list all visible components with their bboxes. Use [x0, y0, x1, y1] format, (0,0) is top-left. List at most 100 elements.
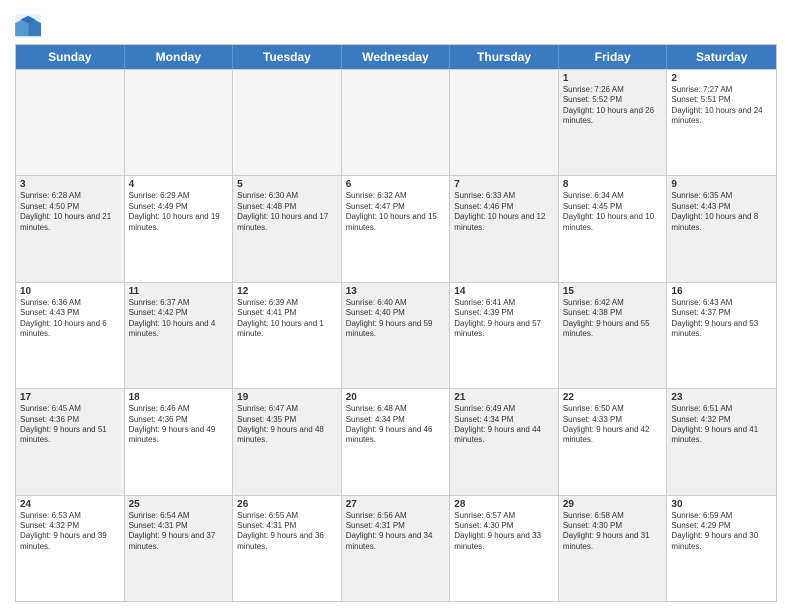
- day-number: 24: [20, 499, 120, 510]
- calendar-row-4: 24Sunrise: 6:53 AM Sunset: 4:32 PM Dayli…: [16, 495, 776, 601]
- day-info: Sunrise: 6:57 AM Sunset: 4:30 PM Dayligh…: [454, 511, 554, 553]
- day-info: Sunrise: 6:40 AM Sunset: 4:40 PM Dayligh…: [346, 298, 446, 340]
- day-of-week-tuesday: Tuesday: [233, 45, 342, 69]
- calendar-header: SundayMondayTuesdayWednesdayThursdayFrid…: [16, 45, 776, 69]
- cal-cell-2-2: 12Sunrise: 6:39 AM Sunset: 4:41 PM Dayli…: [233, 283, 342, 388]
- calendar: SundayMondayTuesdayWednesdayThursdayFrid…: [15, 44, 777, 602]
- calendar-row-2: 10Sunrise: 6:36 AM Sunset: 4:43 PM Dayli…: [16, 282, 776, 388]
- day-number: 12: [237, 286, 337, 297]
- day-info: Sunrise: 6:53 AM Sunset: 4:32 PM Dayligh…: [20, 511, 120, 553]
- day-number: 16: [671, 286, 772, 297]
- cal-cell-4-2: 26Sunrise: 6:55 AM Sunset: 4:31 PM Dayli…: [233, 496, 342, 601]
- cal-cell-3-5: 22Sunrise: 6:50 AM Sunset: 4:33 PM Dayli…: [559, 389, 668, 494]
- day-info: Sunrise: 6:54 AM Sunset: 4:31 PM Dayligh…: [129, 511, 229, 553]
- cal-cell-4-0: 24Sunrise: 6:53 AM Sunset: 4:32 PM Dayli…: [16, 496, 125, 601]
- day-info: Sunrise: 6:35 AM Sunset: 4:43 PM Dayligh…: [671, 191, 772, 233]
- day-number: 28: [454, 499, 554, 510]
- day-info: Sunrise: 6:56 AM Sunset: 4:31 PM Dayligh…: [346, 511, 446, 553]
- day-info: Sunrise: 6:33 AM Sunset: 4:46 PM Dayligh…: [454, 191, 554, 233]
- day-number: 5: [237, 179, 337, 190]
- cal-cell-0-6: 2Sunrise: 7:27 AM Sunset: 5:51 PM Daylig…: [667, 70, 776, 175]
- cal-cell-1-0: 3Sunrise: 6:28 AM Sunset: 4:50 PM Daylig…: [16, 176, 125, 281]
- day-number: 18: [129, 392, 229, 403]
- day-info: Sunrise: 6:34 AM Sunset: 4:45 PM Dayligh…: [563, 191, 663, 233]
- day-number: 11: [129, 286, 229, 297]
- cal-cell-3-2: 19Sunrise: 6:47 AM Sunset: 4:35 PM Dayli…: [233, 389, 342, 494]
- day-of-week-saturday: Saturday: [667, 45, 776, 69]
- day-info: Sunrise: 6:32 AM Sunset: 4:47 PM Dayligh…: [346, 191, 446, 233]
- day-info: Sunrise: 6:42 AM Sunset: 4:38 PM Dayligh…: [563, 298, 663, 340]
- cal-cell-2-4: 14Sunrise: 6:41 AM Sunset: 4:39 PM Dayli…: [450, 283, 559, 388]
- cal-cell-0-2: [233, 70, 342, 175]
- cal-cell-0-4: [450, 70, 559, 175]
- page: SundayMondayTuesdayWednesdayThursdayFrid…: [0, 0, 792, 612]
- day-of-week-friday: Friday: [559, 45, 668, 69]
- cal-cell-1-5: 8Sunrise: 6:34 AM Sunset: 4:45 PM Daylig…: [559, 176, 668, 281]
- cal-cell-2-3: 13Sunrise: 6:40 AM Sunset: 4:40 PM Dayli…: [342, 283, 451, 388]
- cal-cell-1-2: 5Sunrise: 6:30 AM Sunset: 4:48 PM Daylig…: [233, 176, 342, 281]
- day-info: Sunrise: 6:49 AM Sunset: 4:34 PM Dayligh…: [454, 404, 554, 446]
- calendar-row-0: 1Sunrise: 7:26 AM Sunset: 5:52 PM Daylig…: [16, 69, 776, 175]
- day-info: Sunrise: 6:45 AM Sunset: 4:36 PM Dayligh…: [20, 404, 120, 446]
- day-of-week-sunday: Sunday: [16, 45, 125, 69]
- cal-cell-3-1: 18Sunrise: 6:46 AM Sunset: 4:36 PM Dayli…: [125, 389, 234, 494]
- cal-cell-3-4: 21Sunrise: 6:49 AM Sunset: 4:34 PM Dayli…: [450, 389, 559, 494]
- calendar-row-3: 17Sunrise: 6:45 AM Sunset: 4:36 PM Dayli…: [16, 388, 776, 494]
- day-number: 23: [671, 392, 772, 403]
- day-info: Sunrise: 6:55 AM Sunset: 4:31 PM Dayligh…: [237, 511, 337, 553]
- day-number: 21: [454, 392, 554, 403]
- day-number: 17: [20, 392, 120, 403]
- calendar-row-1: 3Sunrise: 6:28 AM Sunset: 4:50 PM Daylig…: [16, 175, 776, 281]
- day-number: 6: [346, 179, 446, 190]
- day-number: 30: [671, 499, 772, 510]
- day-info: Sunrise: 7:27 AM Sunset: 5:51 PM Dayligh…: [671, 85, 772, 127]
- day-number: 25: [129, 499, 229, 510]
- day-info: Sunrise: 6:30 AM Sunset: 4:48 PM Dayligh…: [237, 191, 337, 233]
- day-info: Sunrise: 6:50 AM Sunset: 4:33 PM Dayligh…: [563, 404, 663, 446]
- cal-cell-4-5: 29Sunrise: 6:58 AM Sunset: 4:30 PM Dayli…: [559, 496, 668, 601]
- cal-cell-3-3: 20Sunrise: 6:48 AM Sunset: 4:34 PM Dayli…: [342, 389, 451, 494]
- header: [15, 10, 777, 38]
- cal-cell-0-3: [342, 70, 451, 175]
- cal-cell-2-1: 11Sunrise: 6:37 AM Sunset: 4:42 PM Dayli…: [125, 283, 234, 388]
- cal-cell-2-5: 15Sunrise: 6:42 AM Sunset: 4:38 PM Dayli…: [559, 283, 668, 388]
- cal-cell-2-6: 16Sunrise: 6:43 AM Sunset: 4:37 PM Dayli…: [667, 283, 776, 388]
- day-number: 3: [20, 179, 120, 190]
- cal-cell-4-3: 27Sunrise: 6:56 AM Sunset: 4:31 PM Dayli…: [342, 496, 451, 601]
- calendar-body: 1Sunrise: 7:26 AM Sunset: 5:52 PM Daylig…: [16, 69, 776, 601]
- day-info: Sunrise: 6:58 AM Sunset: 4:30 PM Dayligh…: [563, 511, 663, 553]
- logo: [15, 14, 47, 38]
- cal-cell-1-6: 9Sunrise: 6:35 AM Sunset: 4:43 PM Daylig…: [667, 176, 776, 281]
- day-number: 19: [237, 392, 337, 403]
- cal-cell-3-0: 17Sunrise: 6:45 AM Sunset: 4:36 PM Dayli…: [16, 389, 125, 494]
- day-number: 15: [563, 286, 663, 297]
- cal-cell-2-0: 10Sunrise: 6:36 AM Sunset: 4:43 PM Dayli…: [16, 283, 125, 388]
- day-number: 22: [563, 392, 663, 403]
- day-number: 9: [671, 179, 772, 190]
- day-of-week-thursday: Thursday: [450, 45, 559, 69]
- day-info: Sunrise: 7:26 AM Sunset: 5:52 PM Dayligh…: [563, 85, 663, 127]
- cal-cell-1-3: 6Sunrise: 6:32 AM Sunset: 4:47 PM Daylig…: [342, 176, 451, 281]
- cal-cell-0-5: 1Sunrise: 7:26 AM Sunset: 5:52 PM Daylig…: [559, 70, 668, 175]
- day-number: 27: [346, 499, 446, 510]
- day-number: 7: [454, 179, 554, 190]
- day-info: Sunrise: 6:41 AM Sunset: 4:39 PM Dayligh…: [454, 298, 554, 340]
- cal-cell-0-1: [125, 70, 234, 175]
- day-info: Sunrise: 6:51 AM Sunset: 4:32 PM Dayligh…: [671, 404, 772, 446]
- day-number: 8: [563, 179, 663, 190]
- day-of-week-monday: Monday: [125, 45, 234, 69]
- day-info: Sunrise: 6:28 AM Sunset: 4:50 PM Dayligh…: [20, 191, 120, 233]
- day-info: Sunrise: 6:46 AM Sunset: 4:36 PM Dayligh…: [129, 404, 229, 446]
- day-info: Sunrise: 6:59 AM Sunset: 4:29 PM Dayligh…: [671, 511, 772, 553]
- day-info: Sunrise: 6:39 AM Sunset: 4:41 PM Dayligh…: [237, 298, 337, 340]
- day-info: Sunrise: 6:47 AM Sunset: 4:35 PM Dayligh…: [237, 404, 337, 446]
- cal-cell-4-1: 25Sunrise: 6:54 AM Sunset: 4:31 PM Dayli…: [125, 496, 234, 601]
- logo-icon: [15, 14, 43, 38]
- day-info: Sunrise: 6:29 AM Sunset: 4:49 PM Dayligh…: [129, 191, 229, 233]
- day-info: Sunrise: 6:48 AM Sunset: 4:34 PM Dayligh…: [346, 404, 446, 446]
- day-number: 20: [346, 392, 446, 403]
- day-number: 1: [563, 73, 663, 84]
- day-number: 10: [20, 286, 120, 297]
- day-info: Sunrise: 6:36 AM Sunset: 4:43 PM Dayligh…: [20, 298, 120, 340]
- cal-cell-4-6: 30Sunrise: 6:59 AM Sunset: 4:29 PM Dayli…: [667, 496, 776, 601]
